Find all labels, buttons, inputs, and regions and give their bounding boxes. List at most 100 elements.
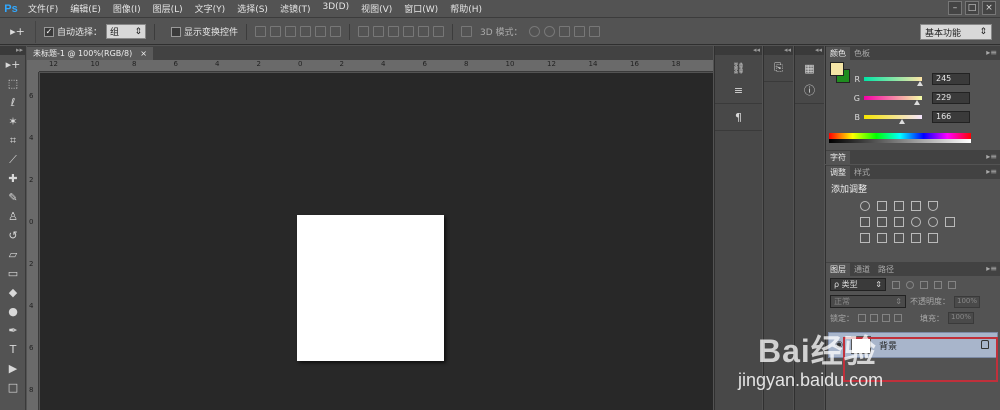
tab-swatches[interactable]: 色板 (850, 47, 874, 60)
brightness-contrast-icon[interactable] (860, 201, 870, 211)
tool-preset-picker[interactable]: ▸+ (0, 20, 36, 43)
filter-shape-icon[interactable] (934, 280, 942, 289)
lasso-tool-icon[interactable]: ℓ (0, 93, 26, 112)
shape-tool-icon[interactable]: □ (0, 378, 26, 397)
distribute-right-icon[interactable] (433, 26, 445, 37)
type-tool-icon[interactable]: T (0, 340, 26, 359)
align-right-icon[interactable] (330, 26, 342, 37)
blend-mode-dropdown[interactable]: 正常 ⇕ (830, 295, 906, 308)
align-left-icon[interactable] (300, 26, 312, 37)
move-tool-icon[interactable]: ▸+ (0, 55, 26, 74)
marquee-tool-icon[interactable]: ⬚ (0, 74, 26, 93)
menu-item[interactable]: 编辑(E) (64, 2, 107, 15)
tab-channels[interactable]: 通道 (850, 263, 874, 276)
workspace-dropdown[interactable]: 基本功能 ⇕ (920, 24, 992, 40)
slider-red-thumb[interactable] (917, 81, 923, 86)
invert-icon[interactable] (860, 233, 870, 243)
gradient-map-icon[interactable] (911, 233, 921, 243)
brush-presets-icon[interactable]: ≡ (715, 79, 762, 101)
levels-icon[interactable] (877, 201, 887, 211)
history-icon[interactable]: ⎘ (764, 57, 793, 79)
distribute-hcenter-icon[interactable] (418, 26, 430, 37)
tab-adjustments[interactable]: 调整 (826, 166, 850, 179)
slider-red-track[interactable] (864, 77, 923, 86)
lock-position-icon[interactable] (882, 314, 890, 322)
menu-item[interactable]: 帮助(H) (444, 2, 488, 15)
b-value-field[interactable]: 166 (932, 111, 970, 123)
collapse-icon[interactable]: ▸▸ (0, 46, 25, 55)
align-hcenter-icon[interactable] (315, 26, 327, 37)
menu-item[interactable]: 选择(S) (231, 2, 274, 15)
menu-item[interactable]: 图层(L) (147, 2, 189, 15)
channel-mixer-icon[interactable] (928, 217, 938, 227)
fill-field[interactable]: 100% (948, 312, 974, 324)
scale-3d-icon[interactable] (588, 26, 600, 37)
tool-presets-icon[interactable]: ⛓ (715, 57, 762, 79)
align-vcenter-icon[interactable] (270, 26, 282, 37)
eyedropper-tool-icon[interactable]: ⟋ (0, 150, 26, 169)
distribute-bottom-icon[interactable] (388, 26, 400, 37)
distribute-top-icon[interactable] (358, 26, 370, 37)
align-top-icon[interactable] (255, 26, 267, 37)
exposure-icon[interactable] (911, 201, 921, 211)
minimize-button[interactable]: – (948, 1, 962, 15)
selective-color-icon[interactable] (928, 233, 938, 243)
menu-item[interactable]: 文字(Y) (189, 2, 232, 15)
photo-filter-icon[interactable] (911, 217, 921, 227)
lock-transparent-icon[interactable] (858, 314, 866, 322)
lock-all-icon[interactable] (894, 314, 902, 322)
panel-menu-icon[interactable]: ▸≡ (986, 264, 997, 273)
ruler-corner[interactable] (27, 60, 39, 72)
black-white-icon[interactable] (894, 217, 904, 227)
distribute-left-icon[interactable] (403, 26, 415, 37)
collapse-icon[interactable]: ◂◂ (764, 46, 793, 55)
auto-align-icon[interactable] (461, 26, 473, 37)
distribute-vcenter-icon[interactable] (373, 26, 385, 37)
restore-button[interactable]: □ (965, 1, 979, 15)
slider-blue-thumb[interactable] (899, 119, 905, 124)
filter-type-icon[interactable] (920, 280, 928, 289)
hue-saturation-icon[interactable] (860, 217, 870, 227)
opacity-field[interactable]: 100% (954, 295, 980, 308)
tab-character[interactable]: 字符 (826, 151, 850, 164)
tab-color[interactable]: 颜色 (826, 47, 850, 60)
collapse-icon[interactable]: ◂◂ (715, 46, 762, 55)
ruler-vertical[interactable]: 6 4 2 0 2 4 6 8 (27, 72, 39, 410)
panel-menu-icon[interactable]: ▸≡ (986, 48, 997, 57)
color-lookup-icon[interactable] (945, 217, 955, 227)
ruler-horizontal[interactable]: 12 10 8 6 4 2 0 2 4 6 8 10 12 14 16 18 (39, 60, 713, 72)
color-balance-icon[interactable] (877, 217, 887, 227)
close-icon[interactable]: × (140, 49, 147, 58)
pan-3d-icon[interactable] (558, 26, 570, 37)
tab-layers[interactable]: 图层 (826, 263, 850, 276)
history-brush-tool-icon[interactable]: ↺ (0, 226, 26, 245)
align-bottom-icon[interactable] (285, 26, 297, 37)
document-tab[interactable]: 未标题-1 @ 100%(RGB/8) × (27, 47, 153, 60)
magic-wand-tool-icon[interactable]: ✶ (0, 112, 26, 131)
color-spectrum-ramp[interactable] (829, 133, 971, 143)
slider-green-track[interactable] (864, 96, 922, 105)
healing-tool-icon[interactable]: ✚ (0, 169, 26, 188)
paragraph-icon[interactable]: ¶ (715, 106, 762, 128)
blur-tool-icon[interactable]: ◆ (0, 283, 26, 302)
roll-3d-icon[interactable] (543, 26, 555, 37)
crop-tool-icon[interactable]: ⌗ (0, 131, 26, 150)
tab-styles[interactable]: 样式 (850, 166, 874, 179)
auto-select-checkbox[interactable]: ✓ (44, 26, 54, 37)
brush-tool-icon[interactable]: ✎ (0, 188, 26, 207)
menu-item[interactable]: 图像(I) (107, 2, 147, 15)
posterize-icon[interactable] (877, 233, 887, 243)
collapse-icon[interactable]: ◂◂ (795, 46, 824, 55)
filter-pixel-icon[interactable] (892, 280, 900, 289)
tab-paths[interactable]: 路径 (874, 263, 898, 276)
navigator-icon[interactable]: ▦ (795, 57, 824, 79)
menu-item[interactable]: 滤镜(T) (274, 2, 317, 15)
pen-tool-icon[interactable]: ✒ (0, 321, 26, 340)
rotate-3d-icon[interactable] (528, 26, 540, 37)
clone-stamp-tool-icon[interactable]: ♙ (0, 207, 26, 226)
menu-item[interactable]: 文件(F) (22, 2, 64, 15)
auto-select-dropdown[interactable]: 组 ⇕ (106, 24, 147, 39)
filter-adjustment-icon[interactable] (906, 280, 914, 289)
slider-green-thumb[interactable] (914, 100, 920, 105)
document-canvas[interactable] (297, 215, 444, 361)
